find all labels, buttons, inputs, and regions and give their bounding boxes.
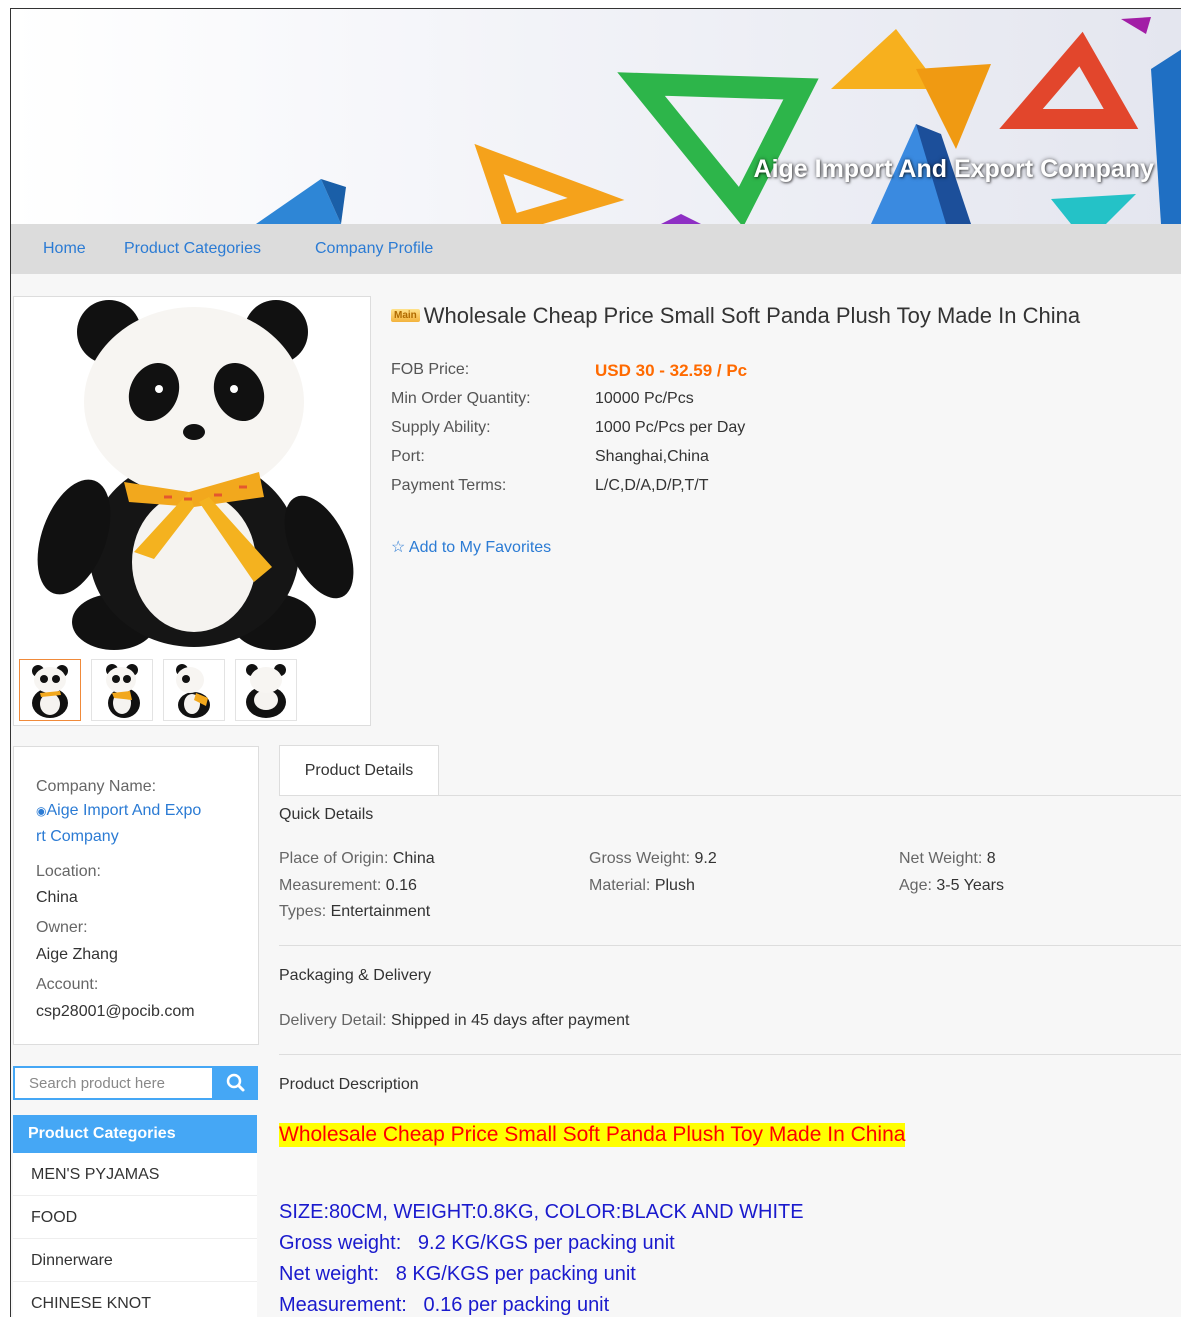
search-icon (226, 1073, 245, 1092)
product-title: Main Wholesale Cheap Price Small Soft Pan… (391, 303, 1080, 329)
nav-product-categories[interactable]: Product Categories (124, 240, 261, 258)
quick-detail-material: Material: Plush (589, 877, 695, 894)
spec-value: L/C,D/A,D/P,T/T (595, 477, 709, 494)
favorites-label: Add to My Favorites (408, 539, 552, 556)
product-description-heading: Product Description (279, 1076, 419, 1093)
search-input[interactable] (13, 1066, 214, 1100)
spec-value: Shanghai,China (595, 448, 709, 465)
spec-label: FOB Price: (391, 361, 470, 378)
main-nav: Home Product Categories Company Profile (11, 224, 1181, 274)
description-line: Net weight: 8 KG/KGS per packing unit (279, 1263, 636, 1285)
spec-label: Payment Terms: (391, 477, 507, 494)
spec-supply-ability: Supply Ability: 1000 Pc/Pcs per Day (391, 419, 991, 448)
section-divider (279, 945, 1181, 946)
product-specs: FOB Price: USD 30 - 32.59 / Pc Min Order… (391, 361, 991, 506)
company-name-label: Company Name: (36, 778, 157, 795)
tab-product-details[interactable]: Product Details (279, 745, 439, 796)
quick-detail-place-of-origin: Place of Origin: China (279, 850, 435, 867)
category-item[interactable]: FOOD (13, 1196, 257, 1239)
spec-label: Min Order Quantity: (391, 390, 531, 407)
company-name-line2: rt Company (36, 828, 119, 845)
main-product-badge: Main (391, 308, 420, 322)
quick-details-heading: Quick Details (279, 806, 374, 823)
quick-detail-gross-weight: Gross Weight: 9.2 (589, 850, 717, 867)
spec-port: Port: Shanghai,China (391, 448, 991, 477)
spec-label: Port: (391, 448, 425, 465)
product-title-text: Wholesale Cheap Price Small Soft Panda P… (423, 303, 1081, 328)
page-frame: Aige Import And Export Company Home Prod… (10, 8, 1181, 1317)
company-name-link[interactable]: ◉Aige Import And Expo rt Company (36, 798, 246, 850)
category-item[interactable]: CHINESE KNOT (13, 1282, 257, 1317)
category-item[interactable]: MEN'S PYJAMAS (13, 1153, 257, 1196)
thumbnail-1[interactable] (19, 659, 81, 721)
description-line: Measurement: 0.16 per packing unit (279, 1294, 610, 1316)
description-highlight-title: Wholesale Cheap Price Small Soft Panda P… (279, 1123, 906, 1147)
spec-value: 1000 Pc/Pcs per Day (595, 419, 746, 436)
categories-header: Product Categories (13, 1115, 257, 1153)
company-info-box: Company Name: ◉Aige Import And Expo rt C… (13, 746, 259, 1045)
category-item[interactable]: Dinnerware (13, 1239, 257, 1282)
packaging-heading: Packaging & Delivery (279, 967, 432, 984)
company-name-line1: Aige Import And Expo (46, 802, 202, 819)
nav-home[interactable]: Home (43, 240, 86, 258)
spec-value: 10000 Pc/Pcs (595, 390, 694, 407)
quick-detail-types: Types: Entertainment (279, 903, 431, 920)
spec-label: Supply Ability: (391, 419, 491, 436)
banner-graphic (256, 17, 1181, 224)
banner-company-title: Aige Import And Export Company (753, 155, 1154, 183)
product-gallery (13, 296, 371, 726)
description-line: Gross weight: 9.2 KG/KGS per packing uni… (279, 1232, 675, 1254)
thumbnail-4[interactable] (235, 659, 297, 721)
spec-min-order: Min Order Quantity: 10000 Pc/Pcs (391, 390, 991, 419)
fob-price-value: USD 30 - 32.59 / Pc (595, 361, 748, 380)
location-label: Location: (36, 863, 101, 880)
tab-divider (279, 795, 1181, 796)
thumbnail-2[interactable] (91, 659, 153, 721)
description-line: SIZE:80CM, WEIGHT:0.8KG, COLOR:BLACK AND… (279, 1201, 804, 1223)
account-value: csp28001@pocib.com (36, 1003, 195, 1020)
product-search (13, 1066, 258, 1100)
star-outline-icon: ☆ (391, 539, 406, 556)
header-banner: Aige Import And Export Company (11, 9, 1181, 224)
quick-detail-net-weight: Net Weight: 8 (899, 850, 996, 867)
owner-label: Owner: (36, 919, 88, 936)
thumbnail-3[interactable] (163, 659, 225, 721)
owner-value: Aige Zhang (36, 946, 118, 963)
company-verified-icon: ◉ (36, 804, 47, 818)
location-value: China (36, 889, 78, 906)
quick-detail-measurement: Measurement: 0.16 (279, 877, 417, 894)
add-to-favorites-link[interactable]: ☆ Add to My Favorites (391, 537, 551, 557)
spec-payment-terms: Payment Terms: L/C,D/A,D/P,T/T (391, 477, 991, 506)
product-main-image[interactable] (14, 297, 370, 653)
quick-detail-age: Age: 3-5 Years (899, 877, 1004, 894)
nav-company-profile[interactable]: Company Profile (315, 240, 433, 258)
section-divider (279, 1054, 1181, 1055)
account-label: Account: (36, 976, 99, 993)
delivery-detail: Delivery Detail: Shipped in 45 days afte… (279, 1012, 630, 1029)
search-button[interactable] (214, 1066, 258, 1100)
spec-fob-price: FOB Price: USD 30 - 32.59 / Pc (391, 361, 991, 390)
